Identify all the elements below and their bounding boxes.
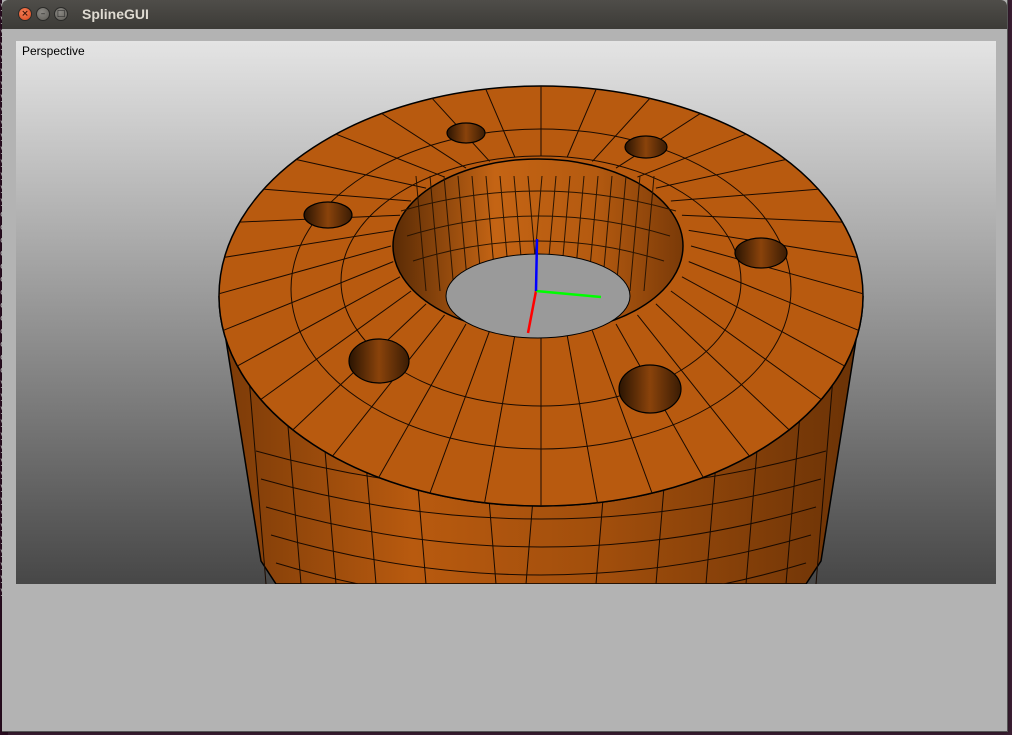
window-title: SplineGUI: [82, 6, 149, 22]
minimize-icon[interactable]: –: [36, 7, 50, 21]
app-window: × – □ SplineGUI Perspective: [2, 0, 1008, 732]
bolt-hole: [624, 135, 668, 159]
viewport-canvas[interactable]: [16, 41, 996, 584]
bore-opening: [445, 253, 631, 339]
3d-viewport[interactable]: Perspective: [16, 41, 996, 584]
bolt-hole: [348, 338, 410, 384]
bolt-hole: [303, 201, 353, 229]
z-axis: [534, 238, 539, 292]
close-icon[interactable]: ×: [18, 7, 32, 21]
bolt-hole: [446, 122, 486, 144]
bolt-hole: [734, 237, 788, 269]
maximize-icon[interactable]: □: [54, 7, 68, 21]
bolt-hole: [618, 364, 682, 414]
view-mode-label: Perspective: [22, 44, 85, 58]
title-bar[interactable]: × – □ SplineGUI: [2, 0, 1007, 29]
